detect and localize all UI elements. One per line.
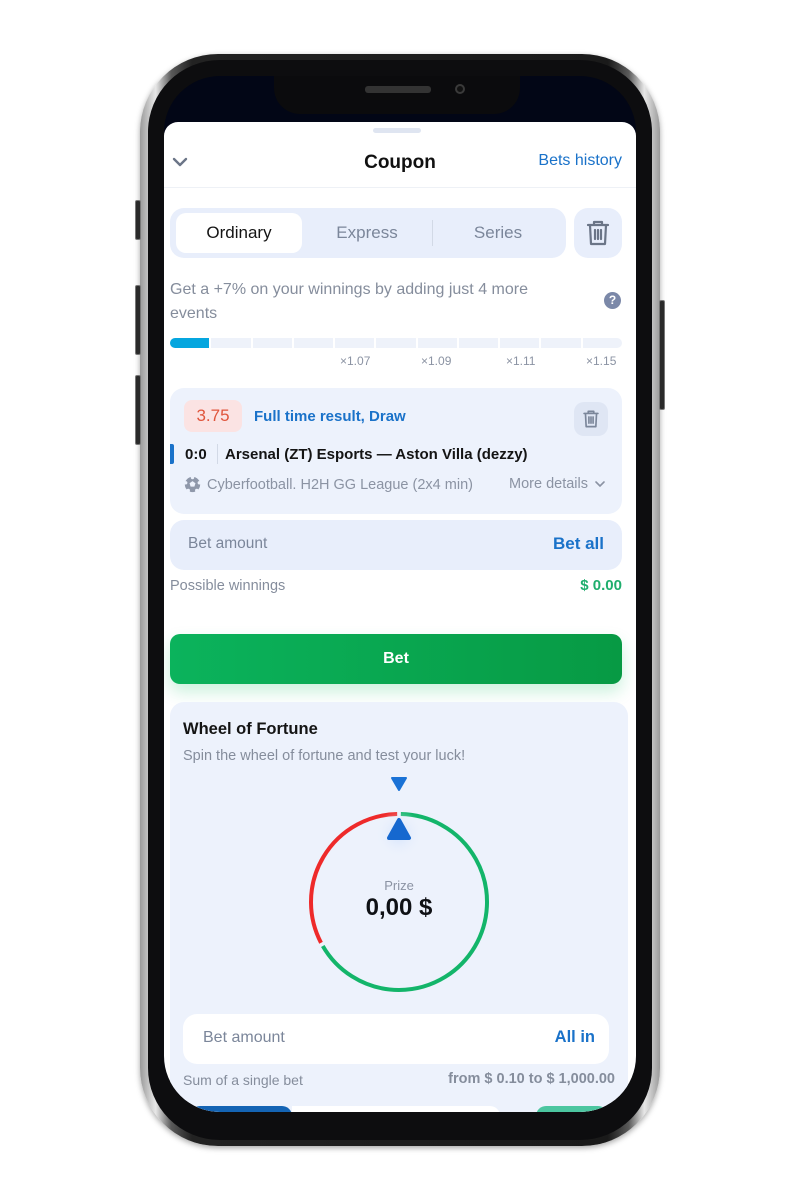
league-name: Cyberfootball. H2H GG League (2x4 min)	[207, 476, 473, 493]
single-bet-sum-range: from $ 0.10 to $ 1,000.00	[448, 1071, 615, 1087]
soccer-ball-icon	[184, 476, 201, 493]
bottom-button-partial[interactable]	[536, 1106, 608, 1112]
trash-icon	[586, 220, 610, 246]
bottom-panel-partial	[292, 1106, 500, 1112]
progress-segment	[376, 338, 416, 348]
progress-segment	[211, 338, 251, 348]
tab-divider	[432, 220, 433, 246]
bonus-progress-bar	[170, 338, 622, 348]
progress-segment	[458, 338, 499, 348]
fortune-wheel[interactable]: Prize 0,00 $	[299, 774, 499, 994]
multiplier-label: ×1.07	[340, 354, 371, 368]
match-teams: Arsenal (ZT) Esports — Aston Villa (dezz…	[225, 446, 528, 463]
bets-history-link[interactable]: Bets history	[538, 152, 622, 170]
bet-amount-input[interactable]: Bet amount Bet all	[170, 520, 622, 570]
tab-series[interactable]: Series	[434, 213, 562, 253]
sheet-grabber[interactable]	[373, 128, 421, 133]
progress-segment	[170, 338, 210, 348]
tab-express[interactable]: Express	[302, 213, 432, 253]
bet-amount-placeholder: Bet amount	[188, 535, 268, 552]
prize-value: 0,00 $	[365, 894, 433, 921]
front-camera	[455, 84, 465, 94]
place-bet-button[interactable]: Bet	[170, 634, 622, 684]
bonus-multiplier-labels: ×1.07 ×1.09 ×1.11 ×1.15	[170, 354, 622, 368]
all-in-button[interactable]: All in	[555, 1028, 595, 1047]
progress-segment	[252, 338, 292, 348]
more-details-toggle[interactable]: More details	[509, 476, 606, 492]
progress-segment	[582, 338, 622, 348]
progress-segment	[293, 338, 334, 348]
single-bet-sum-label: Sum of a single bet	[183, 1072, 303, 1088]
multiplier-label: ×1.11	[506, 354, 536, 368]
express-bonus-text: Get a +7% on your winnings by adding jus…	[170, 281, 528, 322]
event-card: 3.75 Full time result, Draw 0:0 Arsenal …	[170, 388, 622, 514]
volume-up-button	[135, 285, 141, 355]
multiplier-label: ×1.09	[421, 354, 452, 368]
wheel-title: Wheel of Fortune	[183, 720, 318, 738]
progress-segment	[500, 338, 540, 348]
match-score: 0:0	[185, 446, 207, 463]
volume-down-button	[135, 375, 141, 445]
wheel-bet-amount-input[interactable]: Bet amount All in	[183, 1014, 609, 1064]
tab-ordinary[interactable]: Ordinary	[176, 213, 302, 253]
possible-winnings-value: $ 0.00	[580, 577, 622, 594]
league-info: Cyberfootball. H2H GG League (2x4 min)	[184, 476, 473, 493]
odds-badge: 3.75	[184, 400, 242, 432]
prize-label: Prize	[384, 878, 414, 893]
wheel-subtitle: Spin the wheel of fortune and test your …	[183, 748, 466, 764]
more-details-label: More details	[509, 476, 588, 492]
clear-coupon-button[interactable]	[574, 208, 622, 258]
progress-segment	[417, 338, 457, 348]
trash-icon	[583, 410, 599, 428]
possible-winnings-label: Possible winnings	[170, 578, 286, 594]
speaker-grille	[365, 86, 431, 93]
progress-segment	[541, 338, 581, 348]
wheel-bet-amount-placeholder: Bet amount	[203, 1029, 285, 1046]
bet-all-button[interactable]: Bet all	[553, 534, 604, 554]
market-label: Full time result, Draw	[254, 408, 406, 425]
bottom-button-partial[interactable]	[190, 1106, 292, 1112]
live-indicator	[170, 444, 174, 464]
wheel-of-fortune-card: Wheel of Fortune Spin the wheel of fortu…	[170, 702, 628, 1112]
score-divider	[217, 444, 218, 464]
mute-switch	[135, 200, 141, 240]
multiplier-label: ×1.15	[586, 354, 617, 368]
chevron-down-icon	[595, 481, 605, 488]
help-icon[interactable]: ?	[604, 292, 621, 309]
wheel-pointer-icon	[391, 777, 407, 791]
phone-screen: Coupon Bets history Ordinary Express Ser…	[164, 76, 636, 1112]
remove-event-button[interactable]	[574, 402, 608, 436]
coupon-sheet: Coupon Bets history Ordinary Express Ser…	[164, 122, 636, 1112]
coupon-header: Coupon Bets history	[164, 142, 636, 188]
power-button	[659, 300, 665, 410]
phone-notch	[274, 76, 520, 114]
bet-type-tabs: Ordinary Express Series	[170, 208, 566, 258]
progress-segment	[335, 338, 375, 348]
